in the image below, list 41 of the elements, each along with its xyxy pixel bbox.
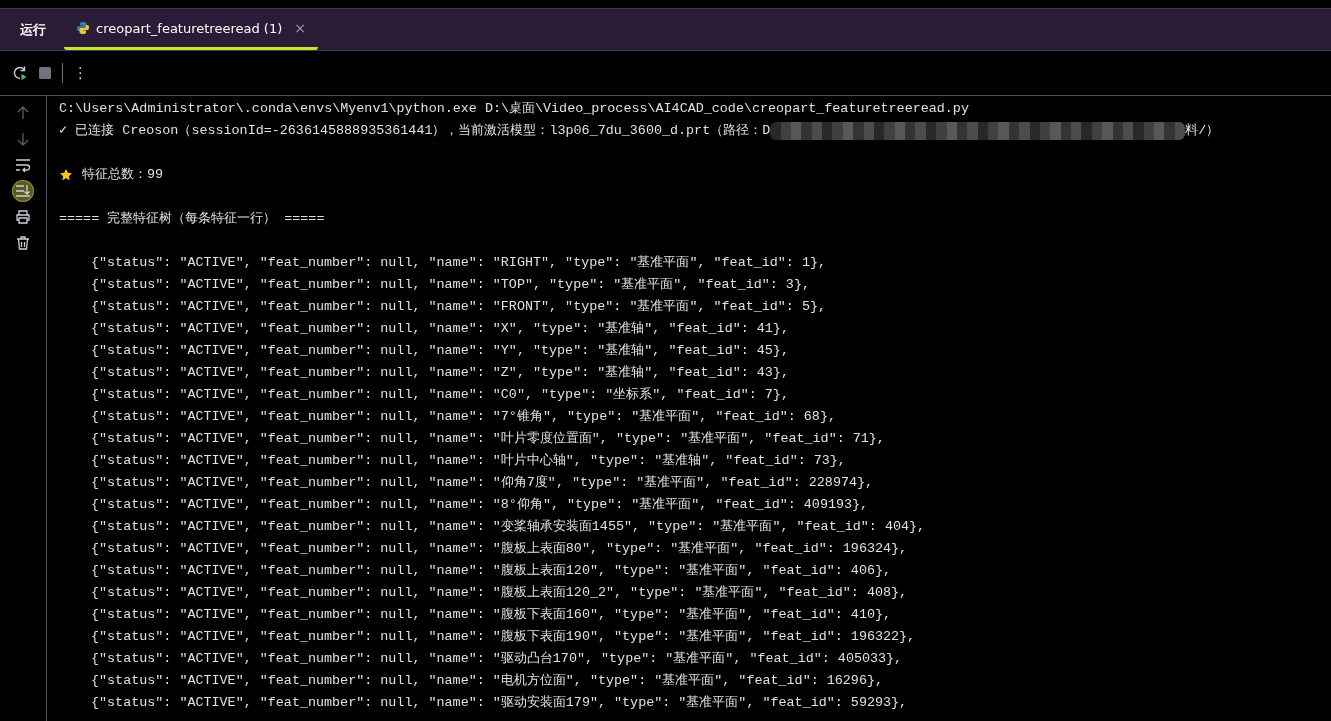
arrow-down-icon (15, 131, 31, 147)
output-line: {"status": "ACTIVE", "feat_number": null, "name": "Y", "type": "基准轴", "feat_id": 45}, (91, 342, 789, 360)
output-line: {"status": "ACTIVE", "feat_number": null, "name": "X", "type": "基准轴", "feat_id": 41}, (91, 320, 789, 338)
output-line: {"status": "ACTIVE", "feat_number": null, "name": "叶片零度位置面", "type": "基准平面", "feat_id": 71}, (91, 430, 885, 448)
output-line: {"status": "ACTIVE", "feat_number": null, "name": "C0", "type": "坐标系", "feat_id": 7}, (91, 386, 789, 404)
output-line: {"status": "ACTIVE", "feat_number": null, "name": "腹板下表面190", "type": "基准平面", "feat_id": 196322}, (91, 628, 916, 646)
section-heading: ===== 完整特征树（每条特征一行） ===== (59, 210, 325, 228)
output-line: {"status": "ACTIVE", "feat_number": null, "name": "变桨轴承安装面1455", "type": "基准平面", "feat_id": 404}, (91, 518, 926, 536)
output-line: {"status": "ACTIVE", "feat_number": null, "name": "腹板上表面80", "type": "基准平面", "feat_id": 196324}, (91, 540, 908, 558)
more-button[interactable]: ⋮ (73, 64, 88, 82)
star-icon (59, 168, 73, 182)
output-line: {"status": "ACTIVE", "feat_number": null, "name": "8°仰角", "type": "基准平面", "feat_id": 409193}, (91, 496, 869, 514)
output-line: {"status": "ACTIVE", "feat_number": null, "name": "FRONT", "type": "基准平面", "feat_id": 5}, (91, 298, 827, 316)
feature-count: 特征总数：99 (82, 166, 164, 184)
output-line: {"status": "ACTIVE", "feat_number": null, "name": "腹板上表面120_2", "type": "基准平面", "feat_id": 408}, (91, 584, 908, 602)
status-line: 料/） (1185, 122, 1220, 140)
python-icon (76, 21, 90, 35)
status-line: ✓ 已连接 Creoson（sessionId=-2636145888935361441），当前激活模型：l3p06_7du_3600_d.prt（路径：D (59, 122, 771, 140)
output-line: {"status": "ACTIVE", "feat_number": null, "name": "7°锥角", "type": "基准平面", "feat_id": 68}, (91, 408, 836, 426)
arrow-up-icon (15, 105, 31, 121)
output-line: {"status": "ACTIVE", "feat_number": null, "name": "叶片中心轴", "type": "基准轴", "feat_id": 73}, (91, 452, 846, 470)
output-line: {"status": "ACTIVE", "feat_number": null, "name": "腹板下表面160", "type": "基准平面", "feat_id": 410}, (91, 606, 892, 624)
output-line: {"status": "ACTIVE", "feat_number": null, "name": "驱动安装面179", "type": "基准平面", "feat_id": 59293}, (91, 694, 908, 712)
rerun-icon[interactable] (12, 65, 28, 81)
output-line: {"status": "ACTIVE", "feat_number": null, "name": "TOP", "type": "基准平面", "feat_id": 3}, (91, 276, 810, 294)
output-line: {"status": "ACTIVE", "feat_number": null, "name": "仰角7度", "type": "基准平面", "feat_id": 228974}, (91, 474, 874, 492)
output-line: {"status": "ACTIVE", "feat_number": null, "name": "腹板上表面120", "type": "基准平面", "feat_id": 406}, (91, 562, 892, 580)
command-line: C:\Users\Administrator\.conda\envs\Myenv1\python.exe D:\桌面\Video_process\AI4CAD_code\creopart_featuretreeread.py (59, 100, 969, 118)
output-line: {"status": "ACTIVE", "feat_number": null, "name": "电机方位面", "type": "基准平面", "feat_id": 16296}, (91, 672, 883, 690)
output-line: {"status": "ACTIVE", "feat_number": null, "name": "Z", "type": "基准轴", "feat_id": 43}, (91, 364, 789, 382)
soft-wrap-icon (15, 157, 31, 173)
panel-title: 运行 (19, 20, 47, 39)
scroll-to-end-button[interactable] (12, 180, 34, 202)
output-line: {"status": "ACTIVE", "feat_number": null, "name": "驱动凸台170", "type": "基准平面", "feat_id": 405033}, (91, 650, 903, 668)
scroll-to-end-icon (15, 183, 31, 199)
close-icon[interactable]: × (294, 20, 306, 36)
trash-icon (15, 235, 31, 251)
run-tab[interactable]: creopart_featuretreeread (1) × (64, 9, 318, 50)
stop-icon[interactable] (38, 66, 52, 80)
output-line: {"status": "ACTIVE", "feat_number": null, "name": "RIGHT", "type": "基准平面", "feat_id": 1}, (91, 254, 827, 272)
printer-icon (15, 209, 31, 225)
